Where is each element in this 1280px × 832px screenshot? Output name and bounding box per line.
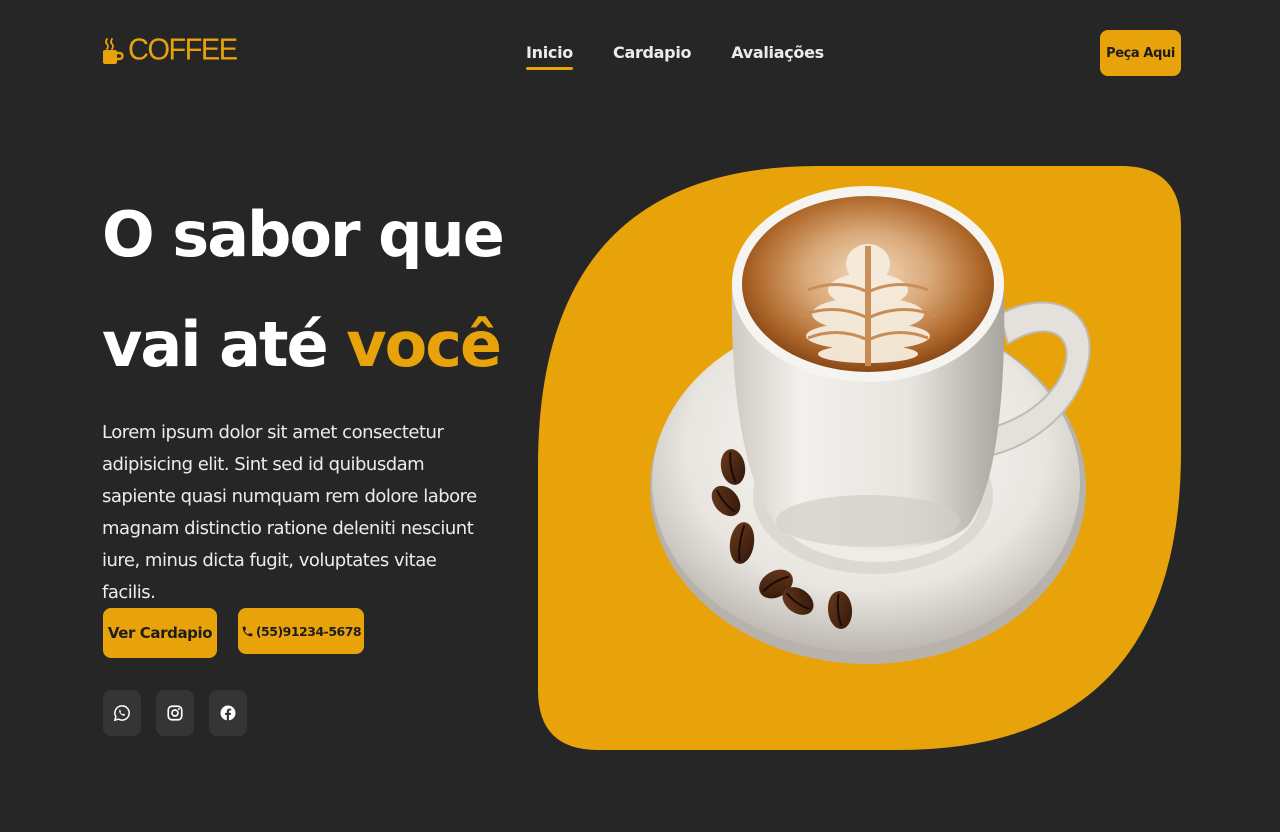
order-button[interactable]: Peça Aqui [1100, 30, 1181, 76]
coffee-cup-icon [103, 37, 124, 64]
phone-number: (55)91234-5678 [255, 623, 362, 639]
facebook-icon [220, 705, 236, 721]
social-links [103, 690, 247, 736]
instagram-link[interactable] [156, 690, 194, 736]
brand-name: COFFEE [128, 33, 238, 67]
whatsapp-icon [113, 705, 130, 722]
hero-title-line-2: vai até você [102, 290, 503, 400]
hero-title: O sabor que vai até você [102, 180, 505, 400]
brand-logo[interactable]: COFFEE [102, 33, 238, 67]
view-menu-button[interactable]: Ver Cardapio [103, 608, 217, 658]
hero-image [538, 166, 1181, 750]
nav-link-cardapio[interactable]: Cardapio [613, 42, 692, 68]
facebook-link[interactable] [209, 690, 247, 736]
nav-link-avaliacoes[interactable]: Avaliações [731, 42, 824, 68]
phone-icon [242, 626, 253, 636]
hero-title-line-1: O sabor que [102, 198, 505, 271]
landing-page: COFFEE Inicio Cardapio Avaliações Peça A… [0, 0, 1280, 832]
phone-button[interactable]: (55)91234-5678 [238, 608, 364, 654]
instagram-icon [167, 705, 183, 721]
hero-description: Lorem ipsum dolor sit amet consectetur a… [102, 422, 477, 603]
hero-title-highlight: você [346, 308, 502, 381]
hero-title-prefix: vai até [102, 308, 347, 381]
main-nav: Inicio Cardapio Avaliações [526, 42, 824, 70]
nav-link-inicio[interactable]: Inicio [526, 42, 573, 70]
whatsapp-link[interactable] [103, 690, 141, 736]
